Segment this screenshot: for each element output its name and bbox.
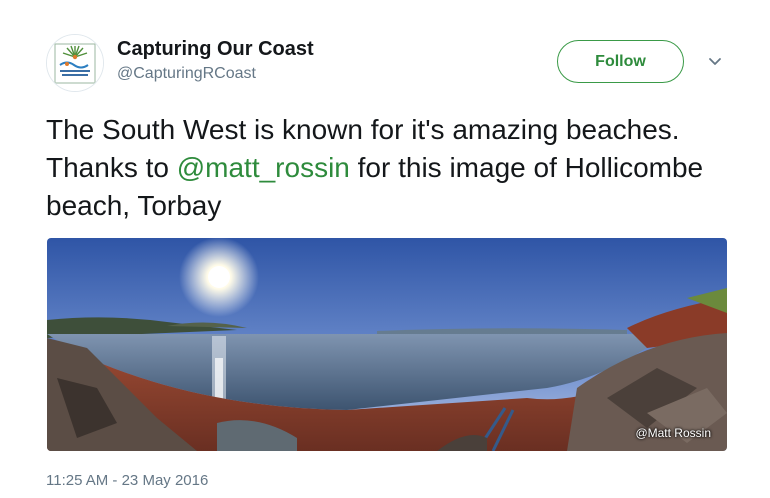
- tweet-photo[interactable]: @Matt Rossin: [47, 238, 727, 451]
- follow-button[interactable]: Follow: [557, 40, 684, 83]
- tweet-text: The South West is known for it's amazing…: [46, 111, 736, 225]
- photo-credit: @Matt Rossin: [635, 426, 711, 440]
- chevron-down-icon[interactable]: [704, 52, 726, 72]
- mention-link[interactable]: @matt_rossin: [177, 152, 350, 183]
- capturing-our-coast-logo: [47, 35, 103, 91]
- avatar[interactable]: [46, 34, 104, 92]
- beach-panorama-image: [47, 238, 727, 451]
- author-handle[interactable]: @CapturingRCoast: [117, 65, 256, 83]
- author-name[interactable]: Capturing Our Coast: [117, 38, 314, 61]
- timestamp[interactable]: 11:25 AM - 23 May 2016: [46, 472, 208, 489]
